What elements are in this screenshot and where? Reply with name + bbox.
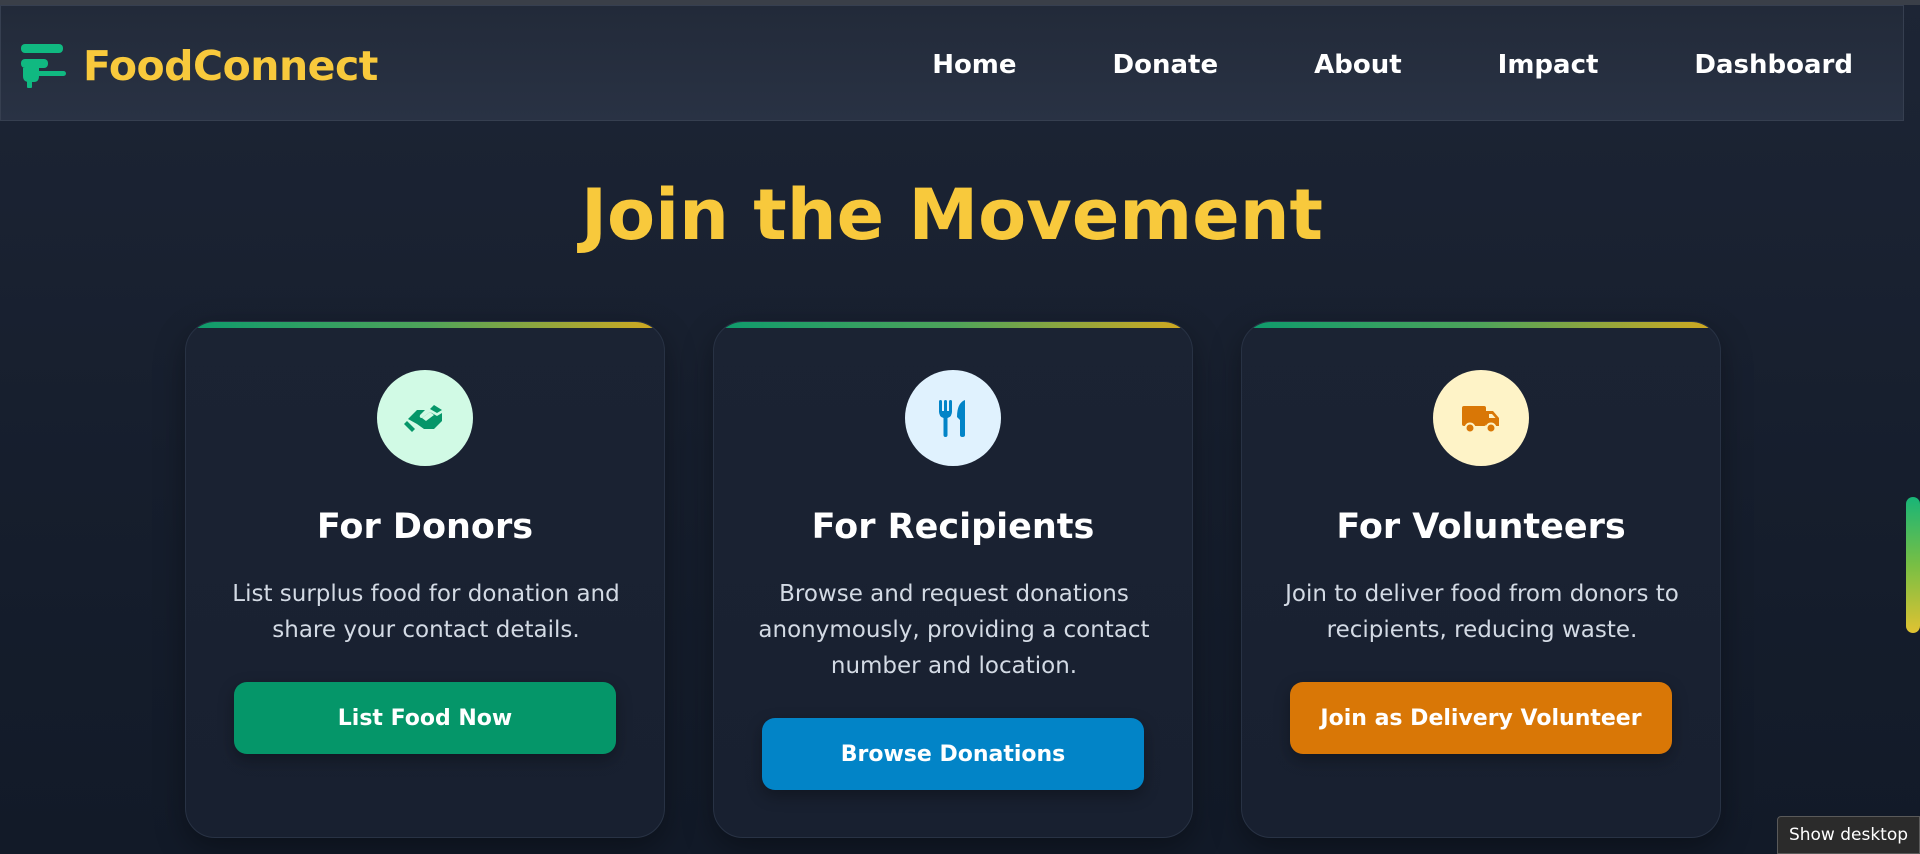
fork-plate-logo-icon (21, 44, 66, 88)
nav-impact[interactable]: Impact (1498, 50, 1599, 80)
nav-dashboard[interactable]: Dashboard (1694, 50, 1853, 80)
donor-title: For Donors (316, 507, 534, 547)
nav-home[interactable]: Home (932, 50, 1016, 80)
list-food-button[interactable]: List Food Now (234, 682, 616, 754)
card-accent-bar (714, 322, 1192, 328)
donor-description: List surplus food for donation and share… (232, 581, 620, 643)
donor-card: For Donors List surplus food for donatio… (185, 321, 665, 838)
navbar: FoodConnect Home Donate About Impact Das… (0, 5, 1904, 121)
join-volunteer-button[interactable]: Join as Delivery Volunteer (1290, 682, 1672, 754)
scroll-indicator[interactable] (1906, 497, 1920, 633)
donor-icon-circle (377, 370, 473, 466)
utensils-icon (939, 400, 965, 437)
recipient-title: For Recipients (811, 507, 1095, 547)
hero-title: Join the Movement (580, 174, 1324, 256)
show-desktop-tooltip: Show desktop (1777, 816, 1920, 854)
volunteer-icon-circle (1433, 370, 1529, 466)
recipient-description: Browse and request donations anonymously… (758, 581, 1150, 679)
nav-donate[interactable]: Donate (1113, 50, 1219, 80)
card-accent-bar (1242, 322, 1720, 328)
volunteer-title: For Volunteers (1336, 507, 1626, 547)
nav-about[interactable]: About (1314, 50, 1402, 80)
brand[interactable]: FoodConnect (21, 42, 378, 90)
recipient-icon-circle (905, 370, 1001, 466)
main-nav: Home Donate About Impact Dashboard (932, 50, 1853, 80)
brand-name: FoodConnect (83, 42, 378, 90)
recipient-card: For Recipients Browse and request donati… (713, 321, 1193, 838)
page: FoodConnect Home Donate About Impact Das… (0, 0, 1920, 854)
browse-donations-button[interactable]: Browse Donations (762, 718, 1144, 790)
truck-icon (1462, 406, 1499, 434)
card-accent-bar (186, 322, 664, 328)
volunteer-card: For Volunteers Join to deliver food from… (1241, 321, 1721, 838)
volunteer-description: Join to deliver food from donors to reci… (1285, 581, 1679, 643)
handshake-icon (404, 405, 442, 432)
